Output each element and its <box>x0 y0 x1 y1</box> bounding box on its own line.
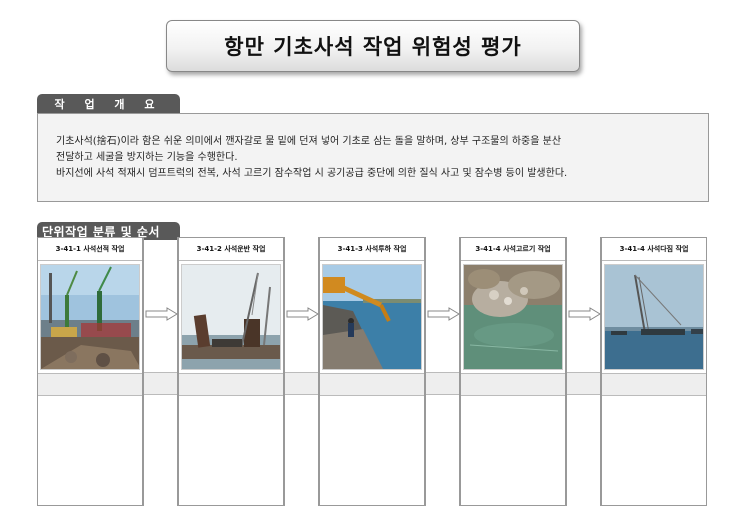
task-step-4: 3-41-4 사석고르기 작업 <box>460 237 566 506</box>
arrow-gap-band <box>426 372 459 395</box>
task-step-label: 3-41-3 사석투하 작업 <box>320 238 424 261</box>
underwater-rubble-photo <box>463 264 563 370</box>
loading-dock-photo <box>40 264 140 370</box>
overview-tab: 작 업 개 요 <box>37 94 180 114</box>
arrow-gap-band <box>567 372 600 395</box>
task-step-band <box>38 373 142 396</box>
overview-box: 기초사석(捨石)이라 함은 쉬운 의미에서 깬자갈로 물 밑에 던져 넣어 기초… <box>37 113 709 202</box>
arrow-gap-band <box>285 372 318 395</box>
task-step-band <box>320 373 424 396</box>
arrow-gap-4 <box>566 237 601 506</box>
task-step-band <box>602 373 706 396</box>
page-title: 항만 기초사석 작업 위험성 평가 <box>166 20 580 72</box>
task-step-label: 3-41-1 사석선적 작업 <box>38 238 142 261</box>
task-step-1: 3-41-1 사석선적 작업 <box>37 237 143 506</box>
task-step-label: 3-41-2 사석운반 작업 <box>179 238 283 261</box>
arrow-gap-2 <box>284 237 319 506</box>
task-step-label: 3-41-4 사석고르기 작업 <box>461 238 565 261</box>
task-step-label: 3-41-4 사석다짐 작업 <box>602 238 706 261</box>
task-step-2: 3-41-2 사석운반 작업 <box>178 237 284 506</box>
arrow-gap-band <box>144 372 177 395</box>
task-step-band <box>461 373 565 396</box>
overview-line-3: 바지선에 사석 적재시 덤프트럭의 전복, 사석 고르기 잠수작업 시 공기공급… <box>56 168 568 179</box>
right-arrow-icon <box>145 307 178 321</box>
right-arrow-icon <box>286 307 319 321</box>
overview-line-1: 기초사석(捨石)이라 함은 쉬운 의미에서 깬자갈로 물 밑에 던져 넣어 기초… <box>56 136 562 147</box>
right-arrow-icon <box>568 307 601 321</box>
task-step-band <box>179 373 283 396</box>
crane-barge-sea-photo <box>604 264 704 370</box>
task-step-3: 3-41-3 사석투하 작업 <box>319 237 425 506</box>
overview-line-2: 전달하고 세굴을 방지하는 기능을 수행한다. <box>56 152 238 163</box>
arrow-gap-1 <box>143 237 178 506</box>
arrow-gap-3 <box>425 237 460 506</box>
right-arrow-icon <box>427 307 460 321</box>
excavator-dumping-photo <box>322 264 422 370</box>
task-step-5: 3-41-4 사석다짐 작업 <box>601 237 707 506</box>
barge-crane-photo <box>181 264 281 370</box>
